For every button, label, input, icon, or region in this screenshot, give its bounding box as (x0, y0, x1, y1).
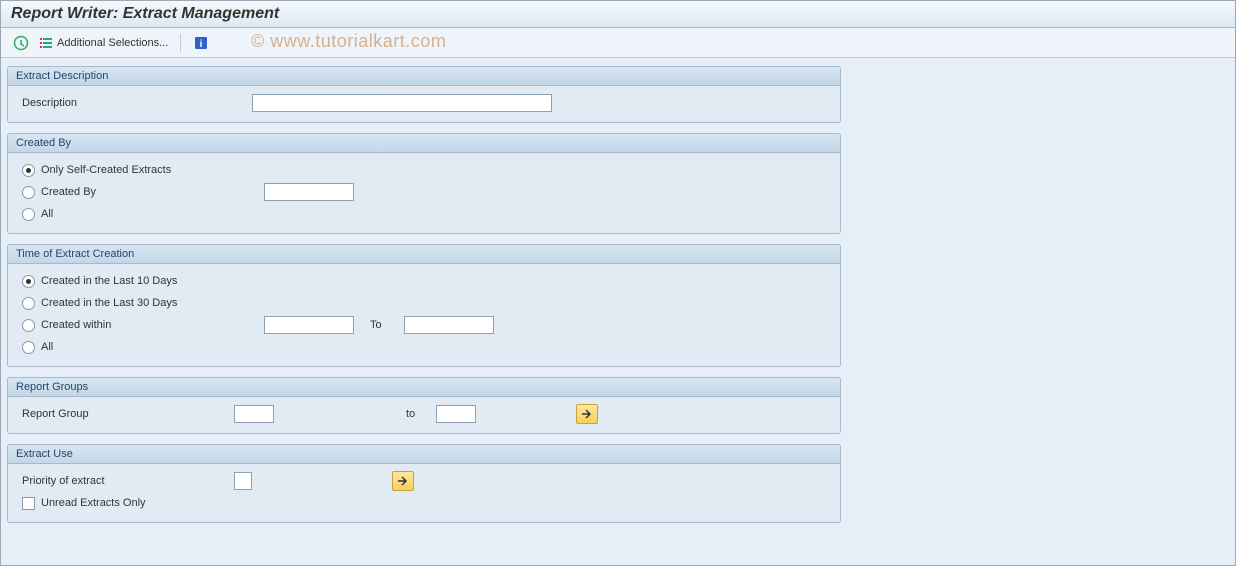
radio-created-all[interactable] (22, 208, 35, 221)
info-icon[interactable]: i (191, 33, 211, 53)
radio-time-all-label: All (41, 341, 53, 353)
additional-selections-label: Additional Selections... (57, 37, 168, 49)
group-header: Time of Extract Creation (8, 245, 840, 264)
toolbar-separator (180, 34, 181, 52)
to-label: To (354, 319, 404, 331)
radio-within[interactable] (22, 319, 35, 332)
group-header: Extract Use (8, 445, 840, 464)
group-extract-description: Extract Description Description (7, 66, 841, 123)
radio-self-created[interactable] (22, 164, 35, 177)
group-header: Extract Description (8, 67, 840, 86)
content-area: Extract Description Description Created … (1, 58, 1235, 541)
unread-extracts-checkbox[interactable] (22, 497, 35, 510)
priority-label: Priority of extract (22, 475, 234, 487)
execute-icon[interactable] (11, 33, 31, 53)
radio-within-label: Created within (41, 319, 264, 331)
radio-last30-label: Created in the Last 30 Days (41, 297, 177, 309)
radio-created-by[interactable] (22, 186, 35, 199)
radio-last10[interactable] (22, 275, 35, 288)
radio-last10-label: Created in the Last 10 Days (41, 275, 177, 287)
svg-text:i: i (200, 39, 203, 50)
created-by-input[interactable] (264, 183, 354, 201)
title-bar: Report Writer: Extract Management (1, 1, 1235, 28)
group-extract-use: Extract Use Priority of extract Unread E… (7, 444, 841, 523)
radio-created-all-label: All (41, 208, 53, 220)
group-time-creation: Time of Extract Creation Created in the … (7, 244, 841, 367)
created-within-from-input[interactable] (264, 316, 354, 334)
arrow-right-icon (581, 409, 593, 419)
radio-self-created-label: Only Self-Created Extracts (41, 164, 171, 176)
toolbar: Additional Selections... i © www.tutoria… (1, 28, 1235, 58)
group-created-by: Created By Only Self-Created Extracts Cr… (7, 133, 841, 234)
app-window: Report Writer: Extract Management Additi… (0, 0, 1236, 566)
multiple-selection-button[interactable] (576, 404, 598, 424)
group-report-groups: Report Groups Report Group to (7, 377, 841, 434)
radio-created-by-label: Created By (41, 186, 264, 198)
to-label: to (406, 408, 436, 420)
report-group-to-input[interactable] (436, 405, 476, 423)
priority-input[interactable] (234, 472, 252, 490)
multiple-selection-button[interactable] (392, 471, 414, 491)
list-icon (39, 36, 53, 50)
unread-extracts-label: Unread Extracts Only (41, 497, 146, 509)
group-header: Created By (8, 134, 840, 153)
description-input[interactable] (252, 94, 552, 112)
arrow-right-icon (397, 476, 409, 486)
additional-selections-button[interactable]: Additional Selections... (37, 36, 170, 50)
page-title: Report Writer: Extract Management (11, 5, 1225, 23)
radio-time-all[interactable] (22, 341, 35, 354)
report-group-label: Report Group (22, 408, 234, 420)
group-header: Report Groups (8, 378, 840, 397)
report-group-from-input[interactable] (234, 405, 274, 423)
radio-last30[interactable] (22, 297, 35, 310)
created-within-to-input[interactable] (404, 316, 494, 334)
description-label: Description (22, 97, 252, 109)
watermark: © www.tutorialkart.com (251, 31, 446, 52)
